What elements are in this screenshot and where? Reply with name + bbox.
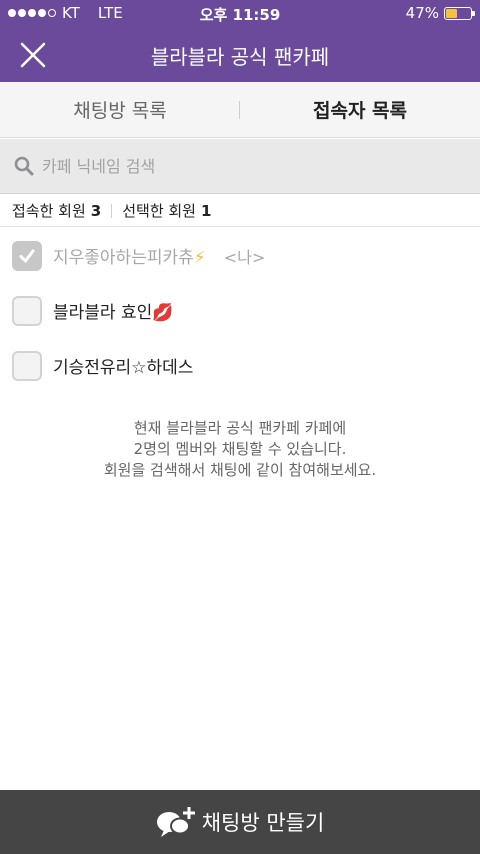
- member-counts: 접속한 회원 3 선택한 회원 1: [0, 195, 480, 227]
- status-right: 47%: [405, 4, 475, 22]
- info-text: 현재 블라블라 공식 팬카페 카페에 2명의 멤버와 채팅할 수 있습니다. 회…: [0, 418, 480, 481]
- lightning-icon: ⚡: [193, 248, 206, 268]
- create-chat-label: 채팅방 만들기: [201, 811, 325, 835]
- list-item[interactable]: 블라블라 효인💋: [0, 283, 480, 338]
- kiss-icon: 💋: [152, 303, 174, 323]
- chat-add-icon: [156, 807, 195, 837]
- checkbox[interactable]: [12, 350, 42, 381]
- member-name: 블라블라 효인💋: [53, 303, 174, 323]
- member-name: 지우좋아하는피카츄⚡: [53, 248, 206, 268]
- tab-bar: 채팅방 목록 접속자 목록: [0, 82, 480, 138]
- tab-connected-users[interactable]: 접속자 목록: [240, 82, 480, 137]
- checkbox[interactable]: [12, 240, 42, 271]
- info-line: 회원을 검색해서 채팅에 같이 참여해보세요.: [103, 461, 377, 479]
- selected-count: 1: [201, 201, 212, 220]
- list-item[interactable]: 지우좋아하는피카츄⚡ <나>: [0, 228, 480, 283]
- connected-label: 접속한 회원: [12, 202, 86, 220]
- checkbox[interactable]: [12, 295, 42, 326]
- page-title: 블라블라 공식 팬카페: [150, 45, 330, 69]
- member-list: 지우좋아하는피카츄⚡ <나> 블라블라 효인💋 기승전유리☆하데스: [0, 228, 480, 393]
- battery-percent: 47%: [405, 4, 439, 22]
- search-input[interactable]: [42, 156, 422, 176]
- connected-count: 3: [90, 201, 102, 220]
- search-bar: [0, 139, 480, 194]
- me-tag: <나>: [223, 247, 266, 267]
- search-icon: [14, 156, 34, 176]
- tab-chat-rooms[interactable]: 채팅방 목록: [0, 82, 240, 137]
- selected-label: 선택한 회원: [122, 202, 196, 220]
- member-name: 기승전유리☆하데스: [53, 358, 194, 378]
- tab-divider: [239, 101, 240, 119]
- header: 블라블라 공식 팬카페: [0, 26, 480, 82]
- battery-icon: [444, 6, 475, 20]
- counts-divider: [111, 203, 113, 218]
- checkmark-icon: [19, 249, 35, 262]
- status-bar: KT LTE 오후 11:59 47%: [0, 0, 480, 26]
- create-chat-button[interactable]: 채팅방 만들기: [0, 790, 480, 854]
- info-line: 2명의 멤버와 채팅할 수 있습니다.: [133, 440, 347, 458]
- info-line: 현재 블라블라 공식 팬카페 카페에: [133, 419, 347, 437]
- list-item[interactable]: 기승전유리☆하데스: [0, 338, 480, 393]
